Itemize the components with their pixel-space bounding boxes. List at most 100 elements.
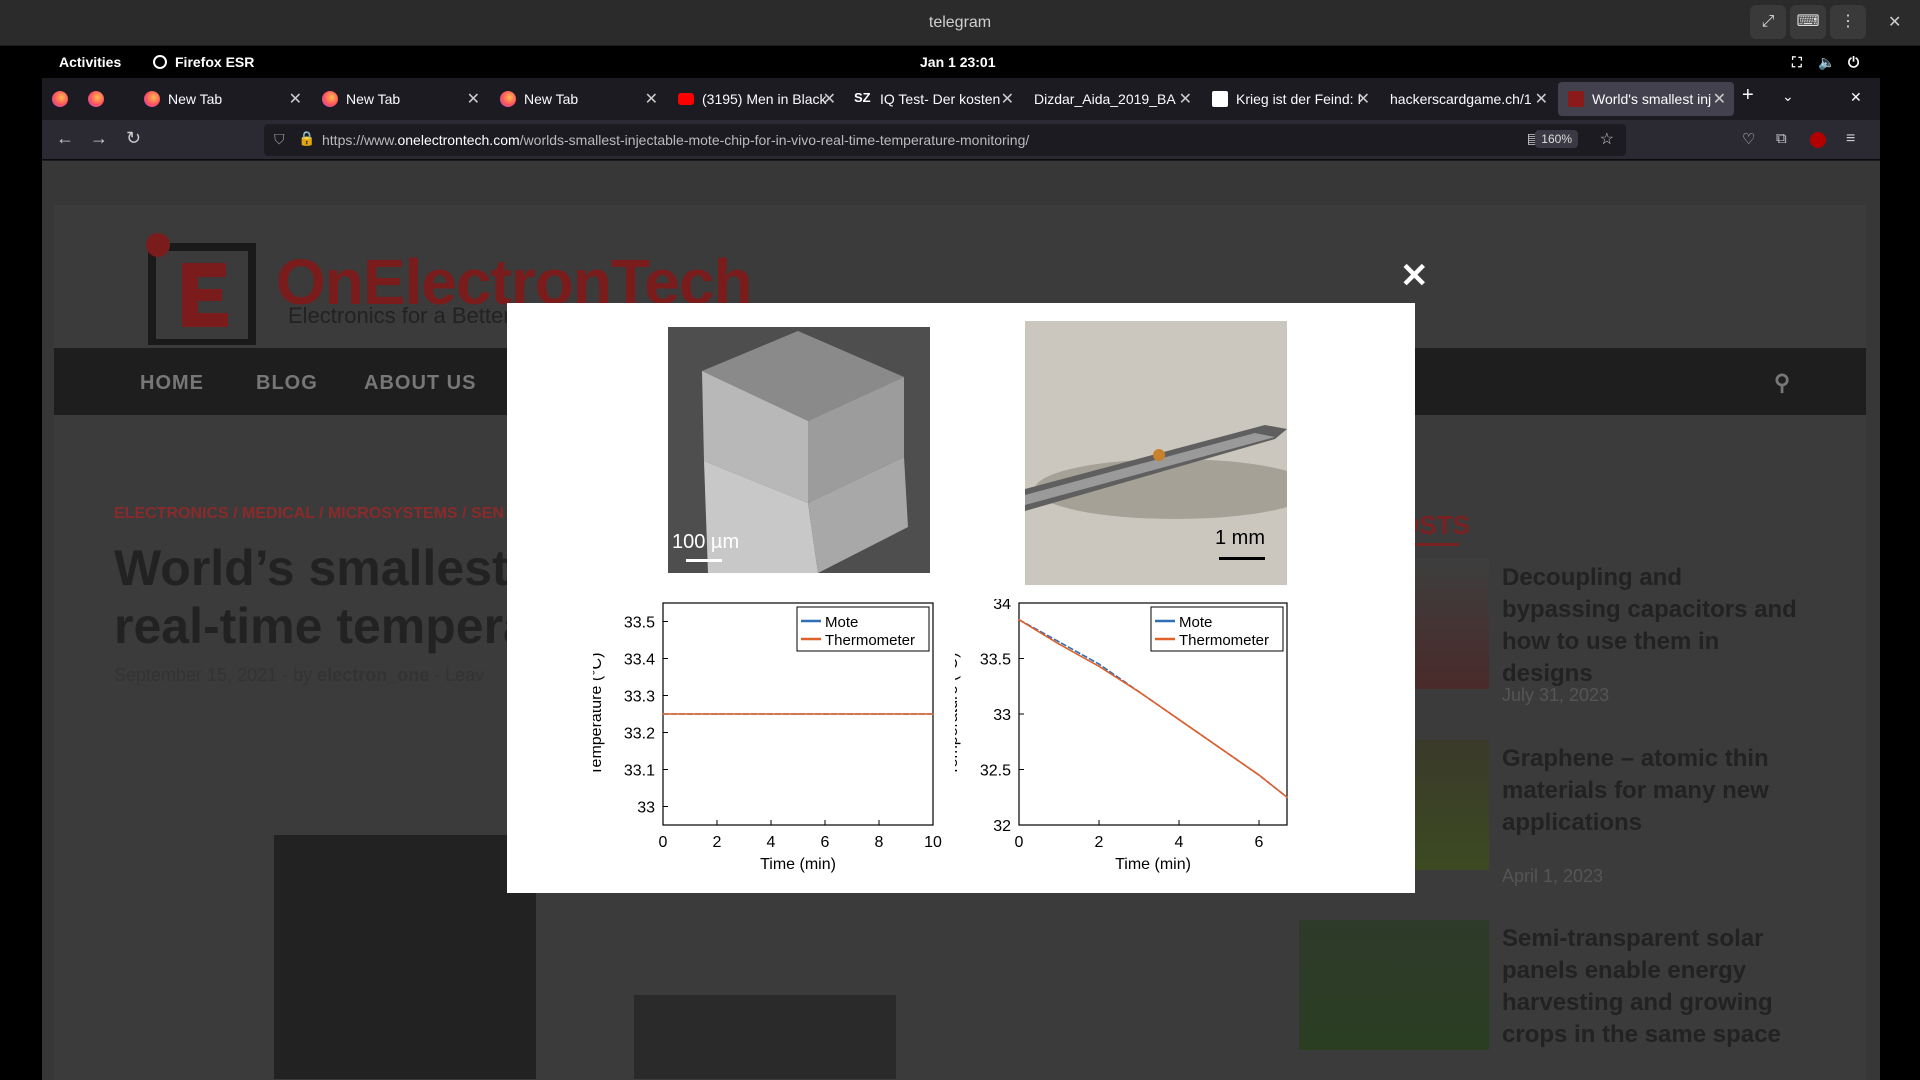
y-axis-label: Temperature (°C) <box>955 653 961 776</box>
extensions-icon[interactable]: ⧉ <box>1776 130 1787 147</box>
firefox-icon <box>500 91 516 107</box>
y-tick-label: 33.4 <box>624 652 655 669</box>
tab-close-icon[interactable]: ✕ <box>1535 89 1548 109</box>
network-icon[interactable]: ⛶ <box>1792 54 1802 71</box>
forward-icon[interactable]: → <box>90 128 108 149</box>
activities-button[interactable]: Activities <box>59 54 121 70</box>
tab-active[interactable]: World's smallest inj ✕ <box>1558 82 1734 116</box>
url-bar[interactable]: ⛉ 🔒 https://www.onelectrontech.com/world… <box>264 124 1626 156</box>
keyboard-icon[interactable]: ⌨ <box>1790 5 1826 39</box>
nav-bar: ← → ↻ ⛉ 🔒 https://www.onelectrontech.com… <box>42 120 1880 160</box>
new-tab-icon[interactable]: + <box>1742 84 1768 118</box>
zoom-level[interactable]: 160% <box>1535 130 1578 148</box>
scale-bar <box>1219 557 1265 560</box>
x-tick-label: 10 <box>924 834 942 851</box>
tab-label: IQ Test- Der kosten <box>880 91 1001 107</box>
lightbox-close-icon[interactable]: ✕ <box>1400 256 1429 296</box>
tab[interactable]: Dizdar_Aida_2019_BA ✕ <box>1024 82 1200 116</box>
tab[interactable]: Krieg ist der Feind: I ✕ <box>1202 82 1378 116</box>
tab[interactable]: New Tab ✕ <box>490 82 666 116</box>
tab[interactable]: New Tab ✕ <box>312 82 488 116</box>
x-tick-label: 0 <box>659 834 668 851</box>
tab[interactable]: (3195) Men in Black ✕ <box>668 82 844 116</box>
window-title: telegram <box>928 14 992 31</box>
tab[interactable]: SZ IQ Test- Der kosten ✕ <box>846 82 1022 116</box>
scale-bar <box>686 559 722 562</box>
data-point <box>1178 718 1180 721</box>
window-close-icon[interactable]: ✕ <box>1888 12 1901 32</box>
y-tick-label: 33.3 <box>624 689 655 706</box>
window-titlebar: telegram ⤢ ⌨ ⋮ ✕ <box>0 0 1920 46</box>
back-icon[interactable]: ← <box>56 128 74 149</box>
tab-close-icon[interactable]: ✕ <box>1001 89 1014 109</box>
data-point <box>824 713 826 715</box>
chart-decreasing-temperature: 0 2 4 6 32 32.5 33 33.5 34 Time (min) Temperature … <box>955 599 1288 873</box>
list-tabs-icon[interactable]: ⌄ <box>1782 88 1808 122</box>
tab-close-icon[interactable]: ✕ <box>1713 89 1726 109</box>
needle-image: 1 mm <box>1025 321 1287 585</box>
pocket-icon[interactable]: ♡ <box>1742 130 1755 148</box>
window-menu-icon[interactable]: ⋮ <box>1830 5 1866 39</box>
gnome-topbar: Activities Firefox ESR Jan 1 23:01 ⛶ 🔈 ⏻ <box>0 46 1920 78</box>
tab-close-icon[interactable]: ✕ <box>1357 89 1370 109</box>
tab-label: New Tab <box>168 91 223 107</box>
y-tick-label: 32.5 <box>980 763 1011 780</box>
hamburger-menu-icon[interactable]: ≡ <box>1846 130 1855 148</box>
tab[interactable]: New Tab ✕ <box>134 82 310 116</box>
pinned-tab[interactable] <box>78 82 112 116</box>
firefox-icon <box>52 91 68 107</box>
data-point <box>770 713 772 715</box>
legend-label: Thermometer <box>1179 632 1269 649</box>
data-point <box>797 713 799 715</box>
url-path: /worlds-smallest-injectable-mote-chip-fo… <box>519 132 1030 148</box>
firefox-icon <box>322 91 338 107</box>
tab[interactable]: hackerscardgame.ch/1 ✕ <box>1380 82 1556 116</box>
legend-label: Mote <box>825 614 858 631</box>
sz-icon: SZ <box>854 90 871 105</box>
x-axis-label: Time (min) <box>1115 856 1191 873</box>
data-point <box>932 713 934 715</box>
youtube-icon <box>678 93 694 105</box>
tab-close-icon[interactable]: ✕ <box>1179 89 1192 109</box>
data-point <box>1058 643 1060 645</box>
lightbox-overlay[interactable]: ✕ 100 µm 1 mm 0 2 4 6 8 10 33 33.1 33.2 … <box>42 161 1880 1080</box>
page-content: OnElectronTech Electronics for a Better … <box>42 161 1880 1080</box>
tab-close-icon[interactable]: ✕ <box>289 89 302 109</box>
firefox-window: New Tab ✕ New Tab ✕ New Tab ✕ (3195) Men in… <box>42 78 1880 1080</box>
data-point <box>1098 665 1100 668</box>
tab-close-icon[interactable]: ✕ <box>467 89 480 109</box>
ublock-icon[interactable] <box>1810 132 1826 148</box>
data-point <box>878 713 880 715</box>
firefox-app-icon <box>153 55 167 69</box>
scale-label: 100 µm <box>672 531 740 553</box>
tab-label: hackerscardgame.ch/1 <box>1390 91 1532 107</box>
clock[interactable]: Jan 1 23:01 <box>920 54 996 70</box>
x-tick-label: 6 <box>1255 834 1264 851</box>
data-point <box>1138 691 1140 693</box>
tab-close-icon[interactable]: ✕ <box>823 89 836 109</box>
site-favicon <box>1568 91 1584 107</box>
tab-close-icon[interactable]: ✕ <box>645 89 658 109</box>
url-text[interactable]: https://www.onelectrontech.com/worlds-sm… <box>322 132 1029 148</box>
bookmark-star-icon[interactable]: ☆ <box>1600 129 1614 149</box>
x-tick-label: 0 <box>1015 834 1024 851</box>
data-point <box>1218 746 1220 749</box>
close-window-icon[interactable]: ✕ <box>1850 89 1870 123</box>
x-tick-label: 4 <box>1175 834 1184 851</box>
volume-icon[interactable]: 🔈 <box>1818 54 1835 71</box>
power-icon[interactable]: ⏻ <box>1848 54 1859 71</box>
tab-label: Krieg ist der Feind: I <box>1236 91 1362 107</box>
amazon-icon <box>1212 91 1228 107</box>
shield-icon[interactable]: ⛉ <box>274 131 285 148</box>
y-tick-label: 33.5 <box>624 615 655 632</box>
fullscreen-icon[interactable]: ⤢ <box>1750 5 1786 39</box>
x-tick-label: 8 <box>875 834 884 851</box>
reload-icon[interactable]: ↻ <box>126 128 141 149</box>
lock-icon[interactable]: 🔒 <box>298 130 315 147</box>
data-point <box>1018 618 1020 621</box>
firefox-icon <box>88 91 104 107</box>
app-menu[interactable]: Firefox ESR <box>175 54 254 70</box>
y-tick-label: 33 <box>637 800 655 817</box>
pinned-tab[interactable] <box>42 82 76 116</box>
x-tick-label: 4 <box>767 834 776 851</box>
